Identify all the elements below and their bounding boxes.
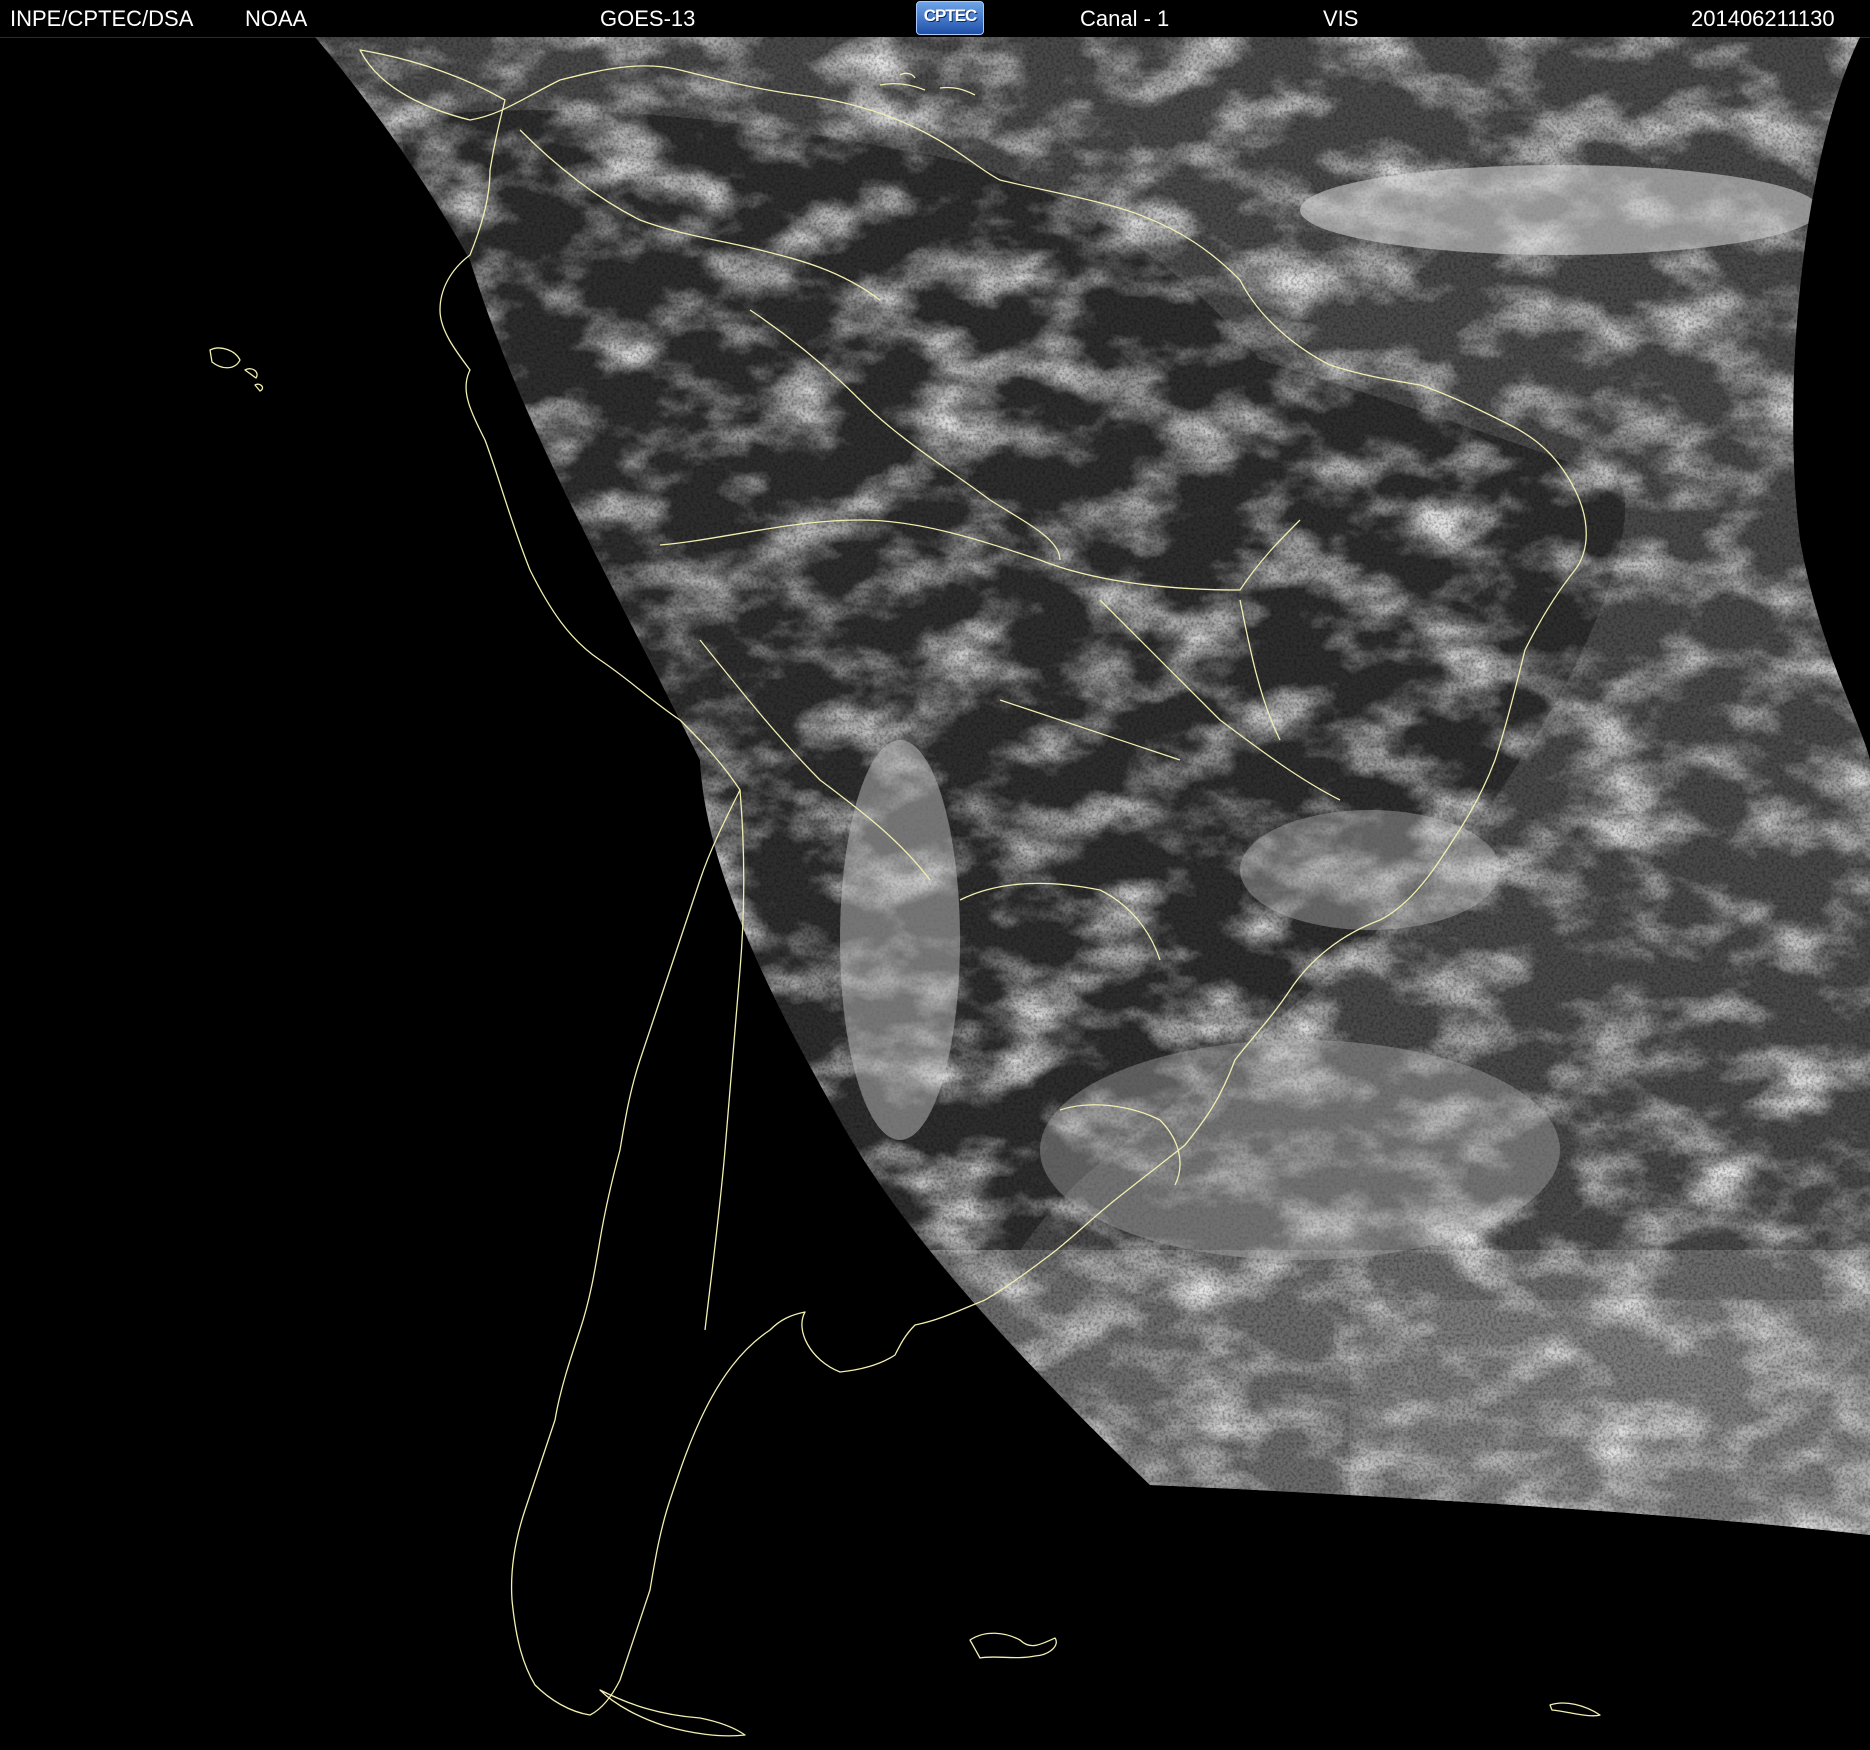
satellite-image bbox=[0, 37, 1870, 1750]
falkland-islands bbox=[969, 1632, 1057, 1659]
cloud-band-argentina bbox=[840, 740, 960, 1140]
cptec-logo-text: CPTEC bbox=[923, 6, 978, 25]
cloud-band-north-atlantic bbox=[1300, 165, 1820, 255]
header-bar: INPE/CPTEC/DSA NOAA GOES-13 CPTEC Canal … bbox=[0, 0, 1870, 38]
agency-label: NOAA bbox=[245, 6, 308, 31]
cptec-logo: CPTEC bbox=[916, 1, 984, 35]
timestamp-label: 201406211130 bbox=[1691, 6, 1835, 31]
channel-label: Canal - 1 bbox=[1080, 6, 1170, 31]
band-label: VIS bbox=[1323, 6, 1359, 31]
cloud-band-south-atlantic bbox=[1040, 1040, 1560, 1260]
satellite-label: GOES-13 bbox=[600, 6, 696, 31]
institution-label: INPE/CPTEC/DSA bbox=[10, 6, 194, 31]
south-georgia-island bbox=[1549, 1702, 1601, 1717]
tierra-del-fuego bbox=[599, 1689, 746, 1737]
earth-disc bbox=[315, 37, 1870, 1535]
galapagos-islands bbox=[209, 347, 264, 392]
